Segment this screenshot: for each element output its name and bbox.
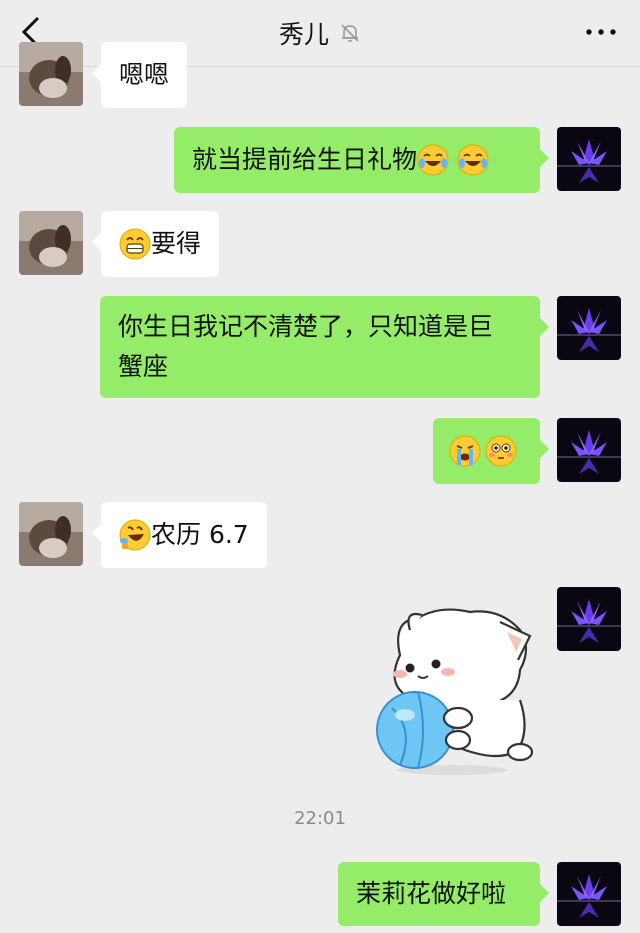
crying-emoji-icon	[449, 435, 481, 467]
message-text-line-1: 你生日我记不清楚了，只知道是巨	[118, 312, 494, 341]
contact-avatar[interactable]	[19, 211, 83, 275]
more-dots-icon[interactable]	[584, 20, 618, 44]
rofl-emoji-icon	[119, 519, 151, 551]
sent-message-bubble[interactable]: 你生日我记不清楚了，只知道是巨 蟹座	[100, 296, 549, 398]
bell-muted-icon	[341, 24, 359, 42]
laugh-tears-emoji-icon	[417, 144, 449, 176]
cat-with-ball-sticker[interactable]	[370, 600, 535, 778]
message-timestamp: 22:01	[294, 808, 346, 829]
message-text: 就当提前给生日礼物	[192, 145, 418, 174]
message-text: 嗯嗯	[119, 60, 170, 89]
flushed-emoji-icon	[485, 435, 517, 467]
laugh-tears-emoji-icon	[457, 144, 489, 176]
my-avatar[interactable]	[557, 127, 621, 191]
my-avatar[interactable]	[557, 418, 621, 482]
sent-message-bubble[interactable]	[433, 418, 549, 484]
message-text: 要得	[151, 229, 202, 258]
received-message-bubble[interactable]: 农历 6.7	[92, 502, 267, 568]
received-message-bubble[interactable]: 嗯嗯	[91, 42, 188, 108]
chat-title[interactable]: 秀儿	[279, 15, 329, 51]
received-message-bubble[interactable]: 要得	[91, 211, 220, 277]
message-text: 农历 6.7	[151, 520, 249, 549]
my-avatar[interactable]	[557, 587, 621, 651]
message-text: 茉莉花做好啦	[356, 879, 507, 908]
message-text-line-2: 蟹座	[118, 352, 169, 381]
contact-avatar[interactable]	[19, 502, 83, 566]
title-wrap: 秀儿	[0, 0, 640, 66]
sent-message-bubble[interactable]: 茉莉花做好啦	[338, 862, 549, 926]
chat-header: 秀儿	[0, 0, 640, 67]
sent-message-bubble[interactable]: 就当提前给生日礼物	[174, 127, 549, 193]
contact-avatar[interactable]	[19, 42, 83, 106]
grin-emoji-icon	[119, 228, 151, 260]
my-avatar[interactable]	[557, 296, 621, 360]
my-avatar[interactable]	[557, 862, 621, 926]
